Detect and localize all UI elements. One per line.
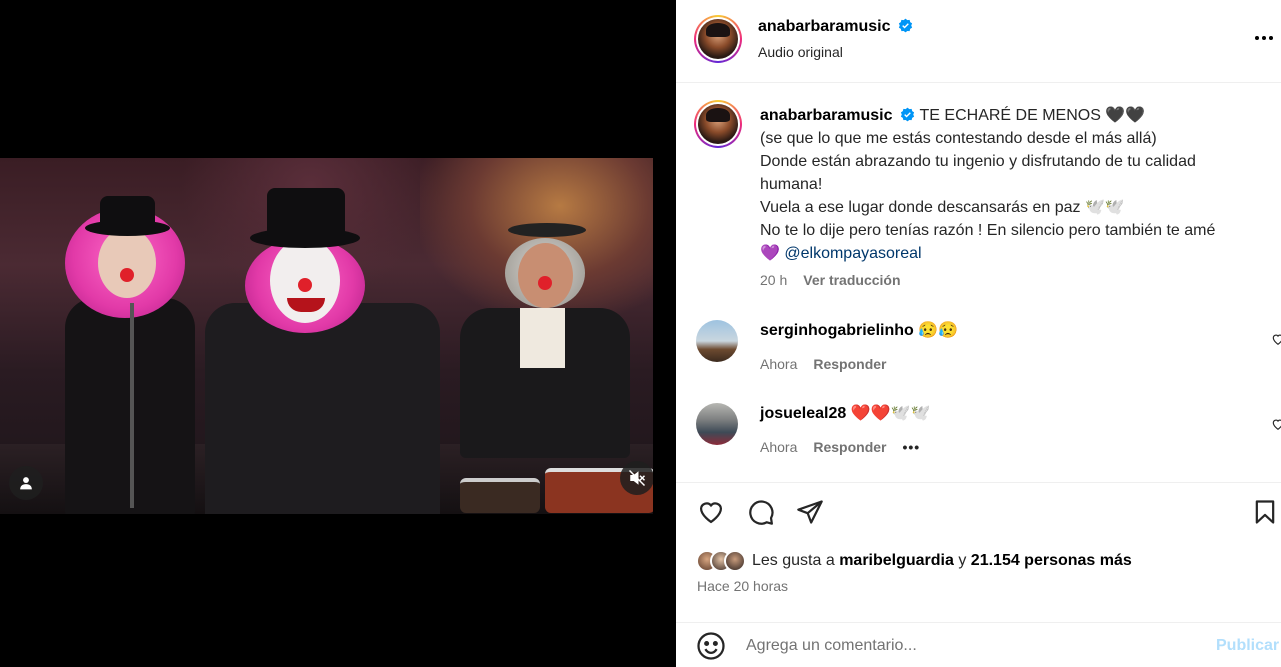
reply-button[interactable]: Responder [813,356,886,372]
speaker-muted-icon [628,469,646,487]
comment-icon[interactable] [746,498,776,526]
caption-title: TE ECHARÉ DE MENOS 🖤🖤 [919,107,1146,124]
media-pane [0,0,676,667]
commenter-username[interactable]: serginhogabrielinho [760,322,914,339]
commenter-avatar[interactable] [696,320,738,362]
post-header: anabarbaramusic Audio original [676,0,1281,83]
verified-badge-icon [898,18,913,33]
verified-badge-icon [900,107,914,122]
liker-username[interactable]: maribelguardia [839,552,954,570]
video-figure [40,188,210,514]
caption-line: humana! [760,176,823,193]
purple-heart-emoji: 💜 [760,245,780,262]
author-avatar[interactable] [694,15,742,63]
actions-divider [676,482,1281,483]
comment-input[interactable] [746,633,1206,659]
user-icon [20,477,32,490]
caption-line: No te lo dije pero tenías razón ! En sil… [760,222,1216,239]
post-timestamp[interactable]: Hace 20 horas [697,578,788,594]
video-figure [195,183,445,514]
commenter-avatar[interactable] [696,403,738,445]
likes-count[interactable]: 21.154 personas más [971,552,1132,570]
caption-author-avatar[interactable] [694,100,742,148]
reply-button[interactable]: Responder [813,439,886,455]
likes-summary: Les gusta a maribelguardia y 21.154 pers… [696,548,1132,574]
post-video[interactable] [0,158,653,514]
unmute-button[interactable] [620,461,653,495]
more-options-button[interactable] [1251,28,1277,48]
caption-line: Vuela a ese lugar donde descansarás en p… [760,199,1125,216]
post-age: 20 h [760,272,788,288]
comment-time: Ahora [760,439,798,455]
comment-text: ❤️❤️🕊️🕊️ [850,405,931,422]
likes-prefix: Les gusta a [752,552,835,569]
comment-meta: Ahora Responder ••• [760,439,920,455]
mention-link[interactable]: @elkompayasoreal [784,245,921,262]
caption-username[interactable]: anabarbaramusic [760,107,893,124]
author-username[interactable]: anabarbaramusic [758,18,891,35]
post-comment-button[interactable]: Publicar [1216,637,1279,655]
like-comment-heart-icon[interactable] [1271,417,1281,431]
caption-line: Donde están abrazando tu ingenio y disfr… [760,153,1196,170]
share-icon[interactable] [796,498,824,526]
see-translation-link[interactable]: Ver traducción [803,272,900,288]
post-details-panel: anabarbaramusic Audio original anabarbar… [676,0,1281,667]
audio-label[interactable]: Audio original [758,44,843,60]
comment-meta: Ahora Responder [760,356,886,372]
likes-middle: y [958,552,967,569]
save-bookmark-icon[interactable] [1251,498,1279,526]
add-comment-bar: Publicar [676,622,1281,667]
like-heart-icon[interactable] [696,498,726,526]
emoji-icon[interactable] [696,631,726,661]
like-comment-heart-icon[interactable] [1271,332,1281,346]
comment-options-button[interactable]: ••• [902,439,920,455]
instagram-post-modal: anabarbaramusic Audio original anabarbar… [0,0,1281,667]
comment-time: Ahora [760,356,798,372]
post-caption: anabarbaramusic TE ECHARÉ DE MENOS 🖤🖤 (se… [760,104,1270,265]
post-actions [696,496,1281,530]
caption-line: (se que lo que me estás contestando desd… [760,130,1157,147]
commenter-username[interactable]: josueleal28 [760,405,846,422]
caption-meta: 20 h Ver traducción [760,272,901,288]
video-figure [450,218,653,514]
tagged-users-button[interactable] [9,466,43,500]
liker-avatars[interactable] [696,550,746,572]
comment-text: 😥😥 [918,322,959,339]
